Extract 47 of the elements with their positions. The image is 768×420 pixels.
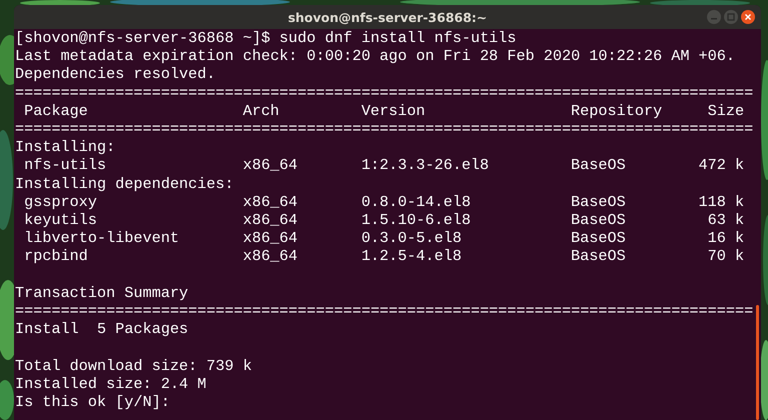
column-header: Version [361, 102, 426, 120]
separator-line: ================================================================================= [15, 120, 754, 138]
size-cell: 16 k [708, 229, 744, 248]
version-cell: 0.8.0-14.el8 [361, 192, 471, 212]
separator-line: ================================================================================= [15, 84, 754, 102]
version-cell: 1.5.10-6.el8 [361, 211, 471, 230]
arch-cell: x86_64 [242, 229, 298, 248]
repository-cell: BaseOS [570, 247, 626, 266]
close-icon[interactable] [741, 10, 755, 24]
package-name: rpcbind [24, 247, 88, 266]
minimize-icon[interactable] [707, 10, 721, 24]
size-cell: 63 k [708, 211, 744, 230]
terminal-line: Total download size: 739 k [15, 356, 252, 375]
terminal-line: Install 5 Packages [15, 320, 188, 338]
scrollbar-thumb[interactable] [756, 305, 759, 420]
arch-cell: x86_64 [242, 247, 298, 266]
version-cell: 1.2.5-4.el8 [361, 247, 462, 266]
arch-cell: x86_64 [242, 211, 298, 230]
repository-cell: BaseOS [570, 156, 626, 175]
package-name: gssproxy [24, 192, 98, 212]
terminal-line: Installing dependencies: [15, 174, 234, 193]
version-cell: 1:2.3.3-26.el8 [361, 156, 489, 175]
terminal-line: Installing: [15, 138, 116, 156]
package-name: nfs-utils [24, 156, 106, 175]
package-name: libverto-libevent [24, 229, 180, 248]
column-header: Repository [570, 102, 662, 120]
package-name: keyutils [24, 211, 98, 230]
version-cell: 0.3.0-5.el8 [361, 229, 462, 248]
terminal-line: Is this ok [y/N]: [15, 393, 170, 412]
size-cell: 472 k [698, 156, 744, 175]
size-cell: 70 k [708, 247, 744, 266]
column-header: Package [24, 102, 88, 120]
terminal-line: Dependencies resolved. [15, 65, 216, 84]
repository-cell: BaseOS [570, 229, 626, 248]
size-cell: 118 k [698, 192, 744, 212]
terminal-line: Installed size: 2.4 M [15, 374, 206, 394]
terminal-line: [shovon@nfs-server-36868 ~]$ sudo dnf install nfs-utils [15, 29, 516, 48]
repository-cell: BaseOS [570, 211, 626, 230]
separator-line: ================================================================================= [15, 302, 754, 320]
arch-cell: x86_64 [242, 156, 298, 175]
arch-cell: x86_64 [242, 192, 298, 212]
column-header: Size [708, 102, 744, 120]
column-header: Arch [242, 102, 280, 120]
repository-cell: BaseOS [570, 192, 626, 212]
window-title: shovon@nfs-server-36868:~ [288, 10, 488, 24]
terminal-line: Last metadata expiration check: 0:00:20 ago on Fri 28 Feb 2020 10:22:26 AM +06. [15, 47, 736, 66]
terminal-line: Transaction Summary [15, 284, 188, 302]
